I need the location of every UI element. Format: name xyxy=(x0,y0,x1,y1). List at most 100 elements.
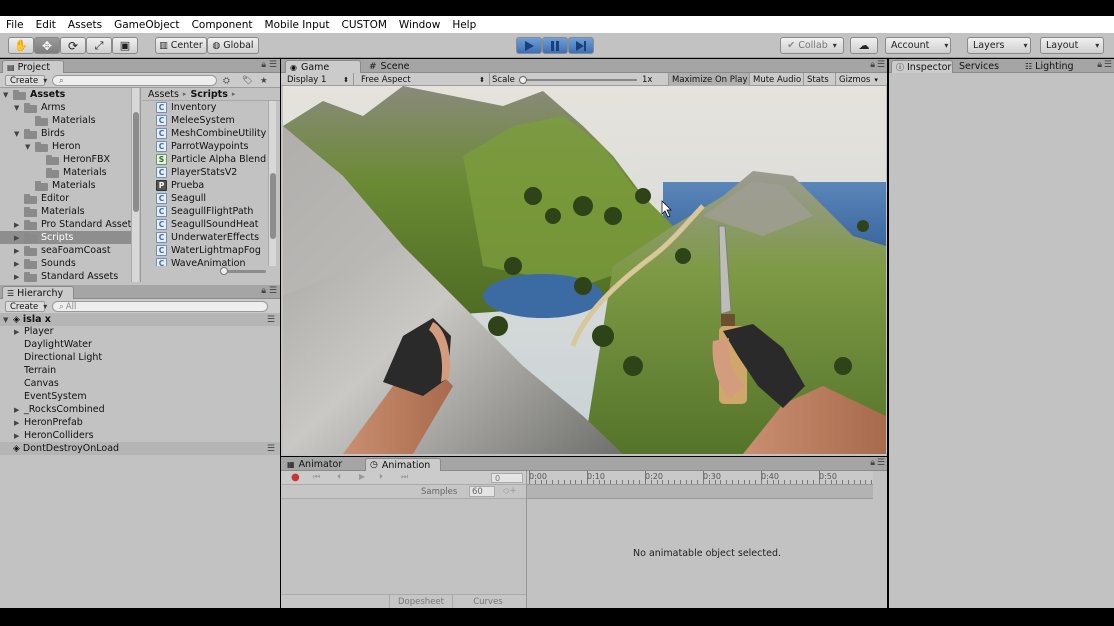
first-keyframe-icon[interactable]: ⏮ xyxy=(313,472,320,482)
collapsed-arrow-icon[interactable]: ▶ xyxy=(14,234,24,242)
icon-size-slider[interactable] xyxy=(220,267,266,275)
script-file-item[interactable]: C PlayerStatsV2 xyxy=(156,166,237,179)
step-button[interactable] xyxy=(568,37,594,54)
menu-icon[interactable]: ☰ xyxy=(1104,60,1112,70)
expanded-arrow-icon[interactable]: ▼ xyxy=(3,91,13,99)
hierarchy-search-input[interactable]: ⌕ All xyxy=(52,301,268,312)
collapsed-arrow-icon[interactable]: ▶ xyxy=(14,419,24,427)
next-keyframe-icon[interactable]: ⏵ xyxy=(379,472,383,482)
folder-item[interactable]: Materials xyxy=(0,166,132,179)
add-keyframe-icon[interactable]: ◇+ xyxy=(503,486,517,496)
menu-component[interactable]: Component xyxy=(192,19,253,31)
filter-label-icon[interactable]: 🏷︎ xyxy=(242,75,253,86)
prev-keyframe-icon[interactable]: ⏴ xyxy=(337,472,341,482)
tab-lighting[interactable]: ☷ Lighting xyxy=(1021,60,1087,73)
expanded-arrow-icon[interactable]: ▼ xyxy=(14,104,24,112)
expanded-arrow-icon[interactable]: ▼ xyxy=(14,130,24,138)
menu-help[interactable]: Help xyxy=(452,19,476,31)
mute-audio-toggle[interactable]: Mute Audio xyxy=(749,73,804,86)
script-file-item[interactable]: P Prueba xyxy=(156,179,204,192)
layout-dropdown[interactable]: Layout xyxy=(1040,37,1104,54)
tab-inspector[interactable]: ⓘ Inspector xyxy=(891,60,953,73)
hierarchy-item[interactable]: DaylightWater xyxy=(14,338,92,351)
collapsed-arrow-icon[interactable]: ▶ xyxy=(14,260,24,268)
breadcrumb-scripts[interactable]: Scripts xyxy=(190,89,227,100)
gizmos-dropdown[interactable]: Gizmos ▾ xyxy=(835,73,881,86)
script-file-item[interactable]: C Seagull xyxy=(156,192,206,205)
collab-dropdown[interactable]: ✔ Collab xyxy=(780,37,844,54)
folder-item[interactable]: ▼ Assets xyxy=(0,88,132,101)
rect-tool-button[interactable]: ▣ xyxy=(112,37,138,54)
tab-game[interactable]: ◉ Game xyxy=(285,60,361,73)
last-keyframe-icon[interactable]: ⏭ xyxy=(401,472,408,482)
account-dropdown[interactable]: Account xyxy=(885,37,951,54)
collapsed-arrow-icon[interactable]: ▶ xyxy=(14,247,24,255)
menu-file[interactable]: File xyxy=(6,19,24,31)
hierarchy-item[interactable]: Terrain xyxy=(14,364,56,377)
menu-icon[interactable]: ☰ xyxy=(877,60,885,70)
dopesheet-tab[interactable]: Dopesheet xyxy=(389,595,453,608)
favorite-star-icon[interactable]: ★ xyxy=(260,75,268,86)
lock-icon[interactable]: 🔒︎ xyxy=(1097,60,1102,70)
scene-menu-icon[interactable]: ☰ xyxy=(267,444,275,454)
frame-field[interactable]: 0 xyxy=(491,473,523,483)
scene-menu-icon[interactable]: ☰ xyxy=(267,315,275,325)
expand-arrow-icon[interactable]: ▼ xyxy=(3,316,13,324)
menu-assets[interactable]: Assets xyxy=(68,19,102,31)
folder-item[interactable]: ▶ Sounds xyxy=(0,257,132,270)
dontdestroy-scene-header[interactable]: ◈ DontDestroyOnLoad ☰ xyxy=(0,442,280,455)
script-file-item[interactable]: C WaveAnimation xyxy=(156,257,246,266)
tab-hierarchy[interactable]: ☰ Hierarchy xyxy=(2,286,74,299)
stats-toggle[interactable]: Stats xyxy=(803,73,832,86)
menu-icon[interactable]: ☰ xyxy=(269,60,277,70)
folder-item[interactable]: ▶ Pro Standard Asset xyxy=(0,218,132,231)
folder-item[interactable]: HeronFBX xyxy=(0,153,132,166)
hierarchy-create-button[interactable]: Create xyxy=(5,301,45,312)
script-file-item[interactable]: C Inventory xyxy=(156,101,216,114)
scale-slider-thumb[interactable] xyxy=(519,76,527,84)
tab-animator[interactable]: ▦ Animator xyxy=(283,458,363,471)
project-create-button[interactable]: Create xyxy=(5,75,45,86)
scale-tool-button[interactable]: ⤢ xyxy=(86,37,112,54)
display-dropdown[interactable]: Display 1 ⬍ xyxy=(287,74,351,85)
move-tool-button[interactable]: ✥ xyxy=(34,37,60,54)
script-file-item[interactable]: C UnderwaterEffects xyxy=(156,231,259,244)
folder-tree-scroll-thumb[interactable] xyxy=(133,112,139,212)
folder-item[interactable]: ▶ Scripts xyxy=(0,231,132,244)
menu-custom[interactable]: CUSTOM xyxy=(342,19,387,31)
folder-item[interactable]: ▼ Heron xyxy=(0,140,132,153)
file-list-scrollbar[interactable] xyxy=(268,101,276,266)
hand-tool-button[interactable]: ✋ xyxy=(8,37,34,54)
timeline-ruler[interactable]: 0:00 0:10 0:20 0:30 0:40 0:50 xyxy=(527,471,873,485)
collapsed-arrow-icon[interactable]: ▶ xyxy=(14,221,24,229)
collapsed-arrow-icon[interactable]: ▶ xyxy=(14,328,24,336)
filter-type-icon[interactable]: ⛭ xyxy=(223,75,230,86)
folder-tree-scrollbar[interactable] xyxy=(131,88,139,282)
global-space-button[interactable]: ◍ Global xyxy=(207,37,259,54)
game-viewport[interactable] xyxy=(283,86,886,454)
pivot-center-button[interactable]: ▥ Center xyxy=(155,37,207,54)
play-button[interactable] xyxy=(516,37,542,54)
menu-icon[interactable]: ☰ xyxy=(269,286,277,296)
tab-animation[interactable]: ◷ Animation xyxy=(365,458,441,471)
menu-mobile-input[interactable]: Mobile Input xyxy=(265,19,330,31)
lock-icon[interactable]: 🔒︎ xyxy=(870,60,875,70)
aspect-dropdown[interactable]: Free Aspect ⬍ xyxy=(361,74,487,85)
folder-item[interactable]: ▶ seaFoamCoast xyxy=(0,244,132,257)
expanded-arrow-icon[interactable]: ▼ xyxy=(25,143,35,151)
script-file-item[interactable]: C MeshCombineUtility xyxy=(156,127,266,140)
collapsed-arrow-icon[interactable]: ▶ xyxy=(14,273,24,281)
script-file-item[interactable]: C SeagullFlightPath xyxy=(156,205,253,218)
script-file-item[interactable]: S Particle Alpha Blend xyxy=(156,153,266,166)
samples-field[interactable]: 60 xyxy=(469,486,495,497)
menu-window[interactable]: Window xyxy=(399,19,440,31)
pause-button[interactable] xyxy=(542,37,568,54)
script-file-item[interactable]: C MeleeSystem xyxy=(156,114,235,127)
hierarchy-item[interactable]: ▶ Player xyxy=(14,325,54,338)
breadcrumb-assets[interactable]: Assets xyxy=(148,89,179,100)
collapsed-arrow-icon[interactable]: ▶ xyxy=(14,406,24,414)
script-file-item[interactable]: C ParrotWaypoints xyxy=(156,140,249,153)
folder-item[interactable]: Materials xyxy=(0,114,132,127)
folder-item[interactable]: ▼ Arms xyxy=(0,101,132,114)
project-search-input[interactable]: ⌕ xyxy=(52,75,217,86)
